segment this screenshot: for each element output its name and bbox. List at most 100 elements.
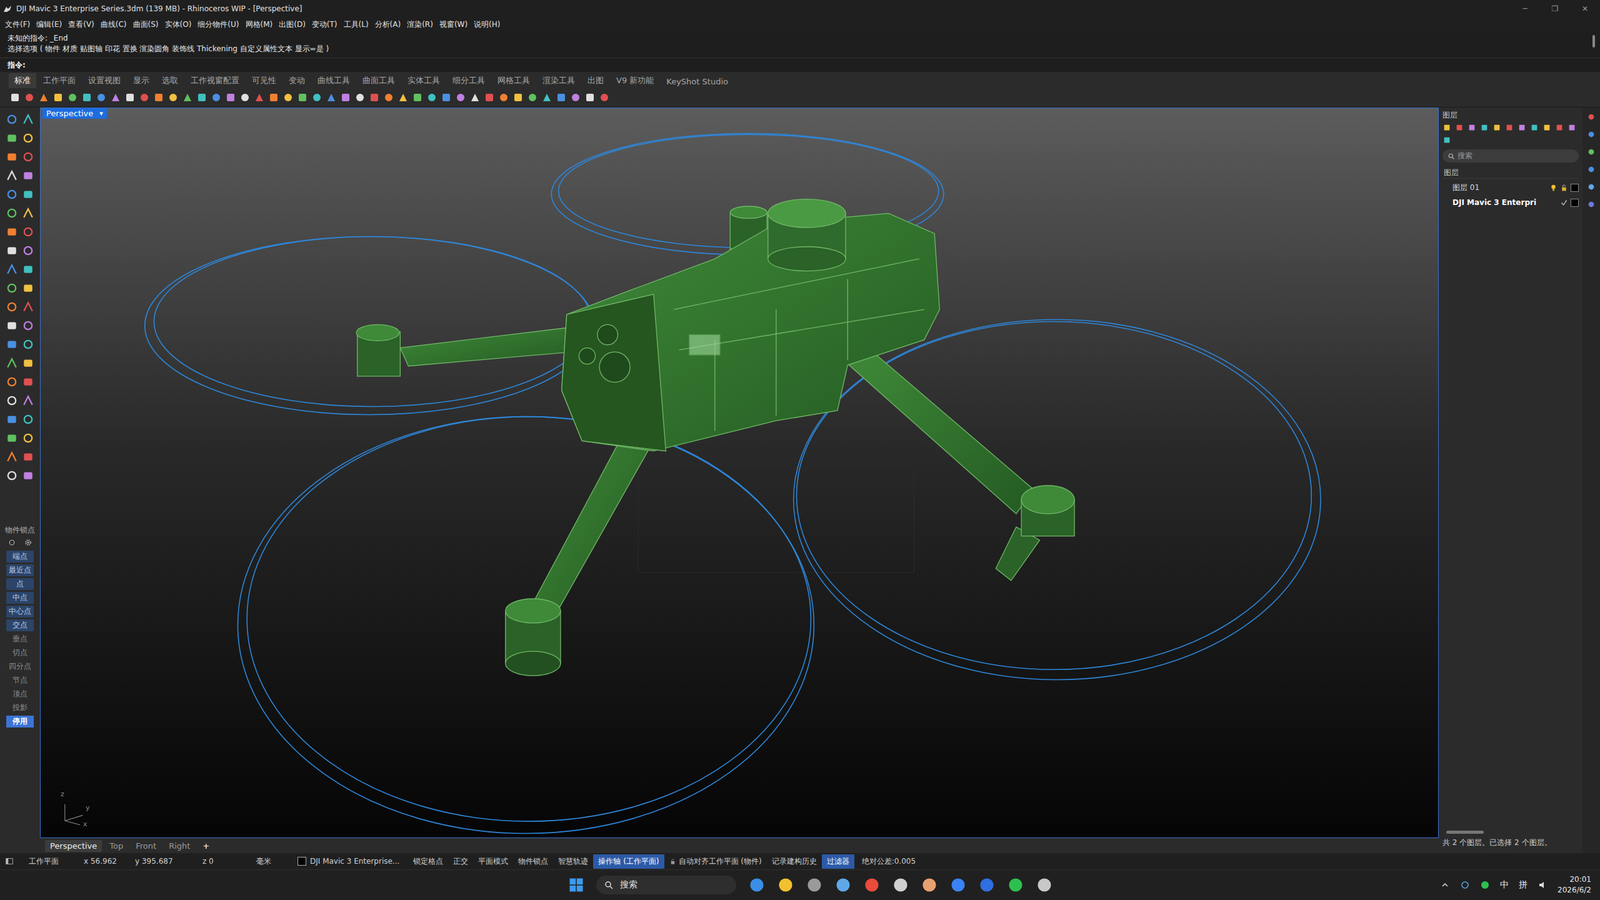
tool-icon[interactable] bbox=[326, 92, 337, 103]
tool-icon[interactable] bbox=[527, 92, 538, 103]
tool-icon[interactable] bbox=[6, 357, 18, 369]
osnap-toggle[interactable]: 中心点 bbox=[6, 605, 34, 618]
menu-item[interactable]: 曲面(S) bbox=[133, 19, 159, 30]
tool-icon[interactable] bbox=[570, 92, 581, 103]
tool-icon[interactable] bbox=[6, 207, 18, 219]
menu-item[interactable]: 工具(L) bbox=[343, 19, 369, 30]
toolbar-tab[interactable]: 变动 bbox=[283, 73, 311, 89]
menu-item[interactable]: 网格(M) bbox=[245, 19, 274, 30]
toolbar-tab[interactable]: 实体工具 bbox=[401, 73, 446, 89]
status-toggle[interactable]: 平面模式 bbox=[473, 854, 514, 869]
input-method[interactable]: 拼 bbox=[1518, 879, 1528, 891]
toolbar-tab[interactable]: 渲染工具 bbox=[536, 73, 581, 89]
taskbar-app-icon[interactable] bbox=[748, 876, 765, 894]
tool-icon[interactable] bbox=[6, 282, 18, 294]
tool-icon[interactable] bbox=[6, 245, 18, 257]
osnap-toggle[interactable]: 垂点 bbox=[6, 633, 34, 645]
osnap-toggle[interactable]: 最近点 bbox=[6, 564, 34, 577]
osnap-toggle[interactable]: 节点 bbox=[6, 674, 34, 687]
tool-icon[interactable] bbox=[22, 207, 34, 219]
command-prompt[interactable]: 指令: bbox=[0, 57, 1600, 72]
menu-item[interactable]: 视窗(W) bbox=[439, 19, 468, 30]
tool-icon[interactable] bbox=[6, 151, 18, 163]
taskbar-app-icon[interactable] bbox=[921, 876, 938, 894]
tool-icon[interactable] bbox=[398, 92, 409, 103]
tool-icon[interactable] bbox=[211, 92, 222, 103]
status-toggle[interactable]: 智慧轨迹 bbox=[553, 854, 594, 869]
tool-icon[interactable] bbox=[6, 320, 18, 332]
layer-tool-icon[interactable] bbox=[1480, 123, 1489, 132]
layer-tool-icon[interactable] bbox=[1517, 123, 1527, 132]
taskbar-app-icon[interactable] bbox=[777, 876, 794, 894]
toolbar-tab[interactable]: 细分工具 bbox=[446, 73, 491, 89]
panel-icon[interactable] bbox=[1586, 112, 1596, 122]
toolbar-tab[interactable]: 工作平面 bbox=[37, 73, 82, 89]
osnap-disable-toggle[interactable]: 停用 bbox=[6, 715, 34, 728]
speaker-icon[interactable] bbox=[1537, 880, 1548, 890]
layer-row[interactable]: 图层 01 bbox=[1442, 181, 1579, 194]
status-toggle[interactable]: 操作轴 (工作平面) bbox=[593, 854, 664, 869]
tool-icon[interactable] bbox=[6, 263, 18, 275]
panel-icon[interactable] bbox=[1586, 165, 1596, 174]
tool-icon[interactable] bbox=[24, 92, 35, 103]
toolbar-tab[interactable]: 工作视窗配置 bbox=[185, 73, 245, 89]
tool-icon[interactable] bbox=[139, 92, 150, 103]
status-toggle[interactable]: 锁定格点 bbox=[408, 854, 449, 869]
tool-icon[interactable] bbox=[383, 92, 394, 103]
viewport-tab[interactable]: Front bbox=[130, 840, 162, 852]
tool-icon[interactable] bbox=[6, 188, 18, 200]
tool-icon[interactable] bbox=[599, 92, 610, 103]
tool-icon[interactable] bbox=[498, 92, 509, 103]
gear-icon[interactable] bbox=[24, 538, 32, 547]
tool-icon[interactable] bbox=[53, 92, 64, 103]
osnap-toggle[interactable]: 切点 bbox=[6, 646, 34, 659]
tool-icon[interactable] bbox=[513, 92, 524, 103]
lock-icon[interactable] bbox=[1560, 183, 1569, 192]
tool-icon[interactable] bbox=[22, 226, 34, 238]
status-toggle[interactable]: 过滤器 bbox=[821, 854, 855, 869]
tool-icon[interactable] bbox=[22, 451, 34, 463]
tool-icon[interactable] bbox=[10, 92, 20, 103]
units[interactable]: 毫米 bbox=[256, 856, 298, 867]
taskbar-app-icon[interactable] bbox=[863, 876, 880, 894]
tool-icon[interactable] bbox=[441, 92, 452, 103]
tool-icon[interactable] bbox=[369, 92, 380, 103]
tool-icon[interactable] bbox=[355, 92, 365, 103]
tool-icon[interactable] bbox=[541, 92, 552, 103]
panel-toggle-icon[interactable] bbox=[5, 856, 14, 866]
toolbar-tab[interactable]: 标准 bbox=[8, 73, 37, 89]
menu-item[interactable]: 说明(H) bbox=[473, 19, 500, 30]
tool-icon[interactable] bbox=[22, 320, 34, 332]
osnap-toggle[interactable]: 中点 bbox=[6, 591, 34, 604]
scrollbar[interactable] bbox=[1592, 35, 1595, 48]
tool-icon[interactable] bbox=[268, 92, 279, 103]
tool-icon[interactable] bbox=[225, 92, 236, 103]
osnap-toggle[interactable]: 四分点 bbox=[6, 660, 34, 673]
window-control-button[interactable]: ❐ bbox=[1540, 4, 1570, 14]
status-toggle[interactable]: 自动对齐工作平面 (物件) bbox=[664, 854, 767, 869]
column-header[interactable]: 图层 bbox=[1442, 165, 1579, 179]
current-layer[interactable]: DJI Mavic 3 Enterprise... bbox=[297, 856, 400, 866]
menu-item[interactable]: 查看(V) bbox=[68, 19, 95, 30]
tool-icon[interactable] bbox=[240, 92, 250, 103]
tool-icon[interactable] bbox=[22, 357, 34, 369]
toolbar-tab[interactable]: 曲线工具 bbox=[311, 73, 356, 89]
osnap-toggle[interactable]: 顶点 bbox=[6, 688, 34, 700]
drone-model[interactable] bbox=[40, 108, 1439, 838]
toolbar-tab[interactable]: 设置视图 bbox=[82, 73, 127, 89]
viewport-menu-arrow[interactable]: ▾ bbox=[99, 109, 104, 118]
osnap-mode-icon[interactable] bbox=[8, 538, 16, 547]
toolbar-tab[interactable]: 出图 bbox=[581, 73, 610, 89]
tool-icon[interactable] bbox=[22, 245, 34, 257]
tool-icon[interactable] bbox=[96, 92, 107, 103]
tool-icon[interactable] bbox=[470, 92, 480, 103]
tool-icon[interactable] bbox=[22, 263, 34, 275]
layer-tool-icon[interactable] bbox=[1455, 123, 1464, 132]
tool-icon[interactable] bbox=[6, 226, 18, 238]
layer-tool-icon[interactable] bbox=[1542, 123, 1552, 132]
tool-icon[interactable] bbox=[585, 92, 595, 103]
tool-icon[interactable] bbox=[455, 92, 466, 103]
tool-icon[interactable] bbox=[484, 92, 495, 103]
status-toggle[interactable]: 物件锁点 bbox=[513, 854, 554, 869]
tool-icon[interactable] bbox=[6, 301, 18, 313]
